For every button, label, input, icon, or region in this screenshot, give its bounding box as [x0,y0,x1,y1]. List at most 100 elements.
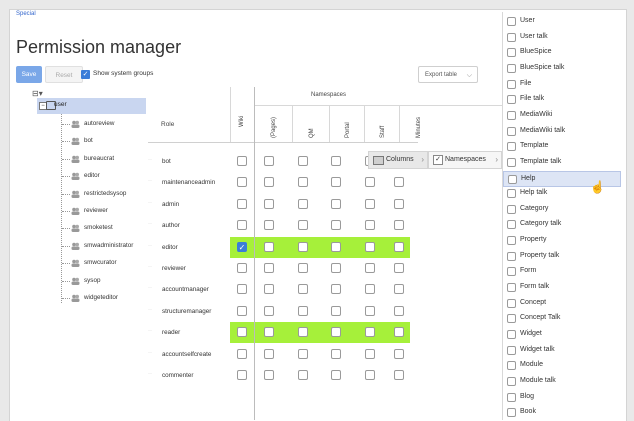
namespace-checkbox[interactable] [507,17,516,26]
namespace-option[interactable]: Property talk [503,249,621,265]
tree-node-reviewer[interactable]: reviewer [62,203,146,219]
permission-checkbox[interactable] [365,327,375,338]
permission-checkbox[interactable] [331,370,341,380]
tree-node-sysop[interactable]: sysop [62,273,146,289]
permission-checkbox[interactable] [264,241,274,252]
namespace-checkbox[interactable] [507,361,516,371]
namespace-column-1[interactable]: QM [292,106,330,142]
permission-checkbox[interactable] [365,177,375,188]
namespace-option[interactable]: Form [503,264,621,280]
permission-checkbox[interactable] [394,263,404,273]
permission-checkbox[interactable] [365,220,375,231]
permission-checkbox[interactable] [237,263,247,273]
permission-checkbox[interactable] [365,305,375,316]
namespace-option[interactable]: User talk [503,30,621,46]
namespace-option[interactable]: File [503,77,621,93]
permission-checkbox[interactable] [298,305,308,316]
permission-checkbox[interactable] [237,156,247,166]
namespace-option[interactable]: Book [503,405,621,421]
namespace-column-0[interactable]: (Pages) [255,106,292,142]
breadcrumb-special[interactable]: Special [16,11,36,17]
tree-node-user[interactable]: − user [37,98,146,114]
permission-checkbox[interactable] [394,241,404,252]
namespace-option[interactable]: Form talk [503,280,621,296]
namespace-checkbox[interactable] [507,48,516,58]
permission-checkbox[interactable] [264,284,274,295]
permission-checkbox[interactable] [365,284,375,295]
namespace-checkbox[interactable] [507,32,516,42]
permission-checkbox[interactable] [331,241,341,252]
permission-checkbox[interactable] [394,370,404,380]
permission-checkbox[interactable] [264,327,274,338]
permission-checkbox[interactable] [237,220,247,231]
permission-checkbox[interactable] [331,284,341,295]
tree-node-smoketest[interactable]: smoketest [62,220,146,236]
permission-checkbox[interactable] [298,370,308,380]
namespace-option[interactable]: BlueSpice [503,45,621,61]
namespace-checkbox[interactable] [507,392,516,402]
permission-checkbox[interactable] [394,284,404,295]
permission-checkbox[interactable] [298,156,308,166]
permission-checkbox[interactable] [394,305,404,316]
permission-checkbox[interactable] [264,348,274,359]
permission-checkbox[interactable] [237,348,247,359]
columns-menu-item[interactable]: Columns › [368,151,428,169]
namespace-checkbox[interactable] [507,95,516,105]
save-button[interactable]: Save [16,66,42,83]
namespace-option[interactable]: Concept [503,296,621,312]
namespace-option[interactable]: MediaWiki [503,108,621,124]
namespace-checkbox[interactable] [507,314,516,324]
permission-checkbox[interactable] [264,305,274,316]
namespace-checkbox[interactable] [507,79,516,89]
namespace-option[interactable]: Widget talk [503,343,621,359]
namespace-checkbox[interactable] [507,220,516,230]
namespace-option[interactable]: Category [503,202,621,218]
tree-node-smwcurator[interactable]: smwcurator [62,255,146,271]
namespace-checkbox[interactable] [507,142,516,152]
permission-checkbox[interactable] [298,263,308,273]
permission-checkbox[interactable] [237,198,247,209]
namespace-checkbox[interactable] [507,157,516,167]
permission-checkbox[interactable] [237,284,247,295]
permission-checkbox[interactable] [365,198,375,209]
namespace-checkbox[interactable] [507,236,516,246]
namespace-column-3[interactable]: Staff [364,106,400,142]
tree-node-bot[interactable]: bot [62,133,146,149]
tree-node-restrictedsysop[interactable]: restrictedsysop [62,186,146,202]
permission-checkbox[interactable] [264,263,274,273]
permission-checkbox[interactable] [264,370,274,380]
namespace-checkbox[interactable] [507,110,516,120]
permission-checkbox[interactable] [298,284,308,295]
namespace-checkbox[interactable] [507,283,516,293]
namespace-option[interactable]: Module [503,358,621,374]
namespace-option[interactable]: MediaWiki talk [503,124,621,140]
namespace-option[interactable]: Template talk [503,155,621,171]
tree-node-autoreview[interactable]: autoreview [62,116,146,132]
permission-checkbox[interactable] [298,198,308,209]
namespace-option[interactable]: Concept Talk [503,311,621,327]
namespace-option[interactable]: Blog [503,390,621,406]
tree-node-bureaucrat[interactable]: bureaucrat [62,151,146,167]
permission-checkbox[interactable] [237,305,247,316]
reset-button[interactable]: Reset [45,66,83,83]
namespace-option[interactable]: File talk [503,92,621,108]
permission-checkbox[interactable] [365,370,375,380]
permission-checkbox[interactable] [237,177,247,188]
permission-checkbox[interactable] [365,348,375,359]
permission-checkbox[interactable] [264,198,274,209]
namespace-checkbox[interactable] [508,174,517,184]
permission-checkbox[interactable] [394,198,404,209]
namespace-checkbox[interactable] [507,376,516,386]
namespace-checkbox[interactable] [507,345,516,355]
namespace-option[interactable]: Widget [503,327,621,343]
permission-checkbox[interactable] [331,156,341,166]
permission-checkbox[interactable] [331,348,341,359]
permission-checkbox[interactable] [298,177,308,188]
permission-checkbox[interactable] [298,220,308,231]
namespace-column-2[interactable]: Portal [329,106,365,142]
permission-checkbox[interactable]: ✓ [237,241,247,252]
namespace-option[interactable]: User [503,14,621,30]
permission-checkbox[interactable] [394,177,404,188]
permission-checkbox[interactable] [394,327,404,338]
permission-checkbox[interactable] [298,348,308,359]
